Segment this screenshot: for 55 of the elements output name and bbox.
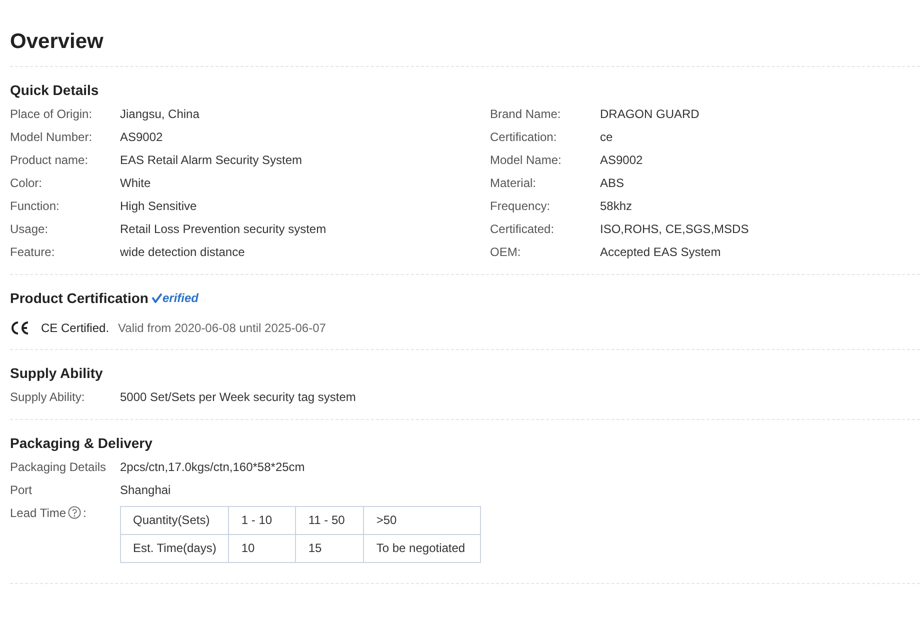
- table-cell: 15: [296, 534, 364, 562]
- field-label: Function:: [10, 199, 60, 214]
- table-cell: Est. Time(days): [120, 534, 229, 562]
- field-value: 2pcs/ctn,17.0kgs/ctn,160*58*25cm: [120, 460, 305, 475]
- field-label: Certificated:: [490, 222, 556, 237]
- table-cell: >50: [364, 506, 481, 534]
- field-label: Frequency:: [490, 199, 552, 214]
- field-label: Brand Name:: [490, 107, 562, 122]
- field-value: AS9002: [600, 153, 643, 168]
- help-icon[interactable]: [68, 506, 82, 519]
- field-label: Color:: [10, 176, 44, 191]
- field-value: AS9002: [120, 130, 163, 145]
- page-title: Overview: [10, 30, 920, 67]
- field-value: ABS: [600, 176, 624, 191]
- field-label: Feature:: [10, 245, 56, 260]
- field-value: High Sensitive: [120, 199, 197, 214]
- field-value: EAS Retail Alarm Security System: [120, 153, 302, 168]
- field-label: Model Name:: [490, 153, 562, 168]
- field-value: White: [120, 176, 151, 191]
- field-value: Accepted EAS System: [600, 245, 721, 260]
- field-value: ce: [600, 130, 613, 145]
- section-title: Supply Ability: [10, 365, 104, 381]
- table-cell: To be negotiated: [364, 534, 481, 562]
- section-title: Packaging & Delivery: [10, 435, 154, 451]
- table-cell: 1 - 10: [228, 506, 296, 534]
- field-value: DRAGON GUARD: [600, 107, 700, 122]
- field-label: Supply Ability:: [10, 390, 86, 405]
- field-label: Packaging Details: [10, 460, 108, 475]
- certificate-name: CE Certified.: [41, 321, 110, 335]
- table-cell: 11 - 50: [296, 506, 364, 534]
- field-label: Certification:: [490, 130, 558, 145]
- field-value: 5000 Set/Sets per Week security tag system: [120, 390, 356, 405]
- field-label: Usage:: [10, 222, 50, 237]
- field-value: Shanghai: [120, 483, 171, 498]
- field-value: ISO,ROHS, CE,SGS,MSDS: [600, 222, 749, 237]
- verified-label: erified: [162, 291, 198, 305]
- field-value: 58khz: [600, 199, 632, 214]
- table-cell: 10: [228, 534, 296, 562]
- field-label: Place of Origin:: [10, 107, 94, 122]
- field-value: Jiangsu, China: [120, 107, 200, 122]
- check-icon: [152, 293, 162, 303]
- field-label: Model Number:: [10, 130, 94, 145]
- section-title: Product Certification: [10, 290, 148, 306]
- field-label: Product name:: [10, 153, 90, 168]
- field-label: Lead Time: [10, 506, 66, 521]
- section-title: Quick Details: [10, 82, 100, 98]
- field-label: Port: [10, 483, 34, 498]
- field-value: wide detection distance: [120, 245, 245, 260]
- table-cell: Quantity(Sets): [120, 506, 229, 534]
- field-value: Retail Loss Prevention security system: [120, 222, 326, 237]
- field-label: OEM:: [490, 245, 522, 260]
- validity-text: Valid from 2020-06-08 until 2025-06-07: [118, 321, 326, 335]
- field-label: Material:: [490, 176, 538, 191]
- ce-mark-icon: [10, 321, 30, 335]
- colon-text: :: [83, 506, 86, 521]
